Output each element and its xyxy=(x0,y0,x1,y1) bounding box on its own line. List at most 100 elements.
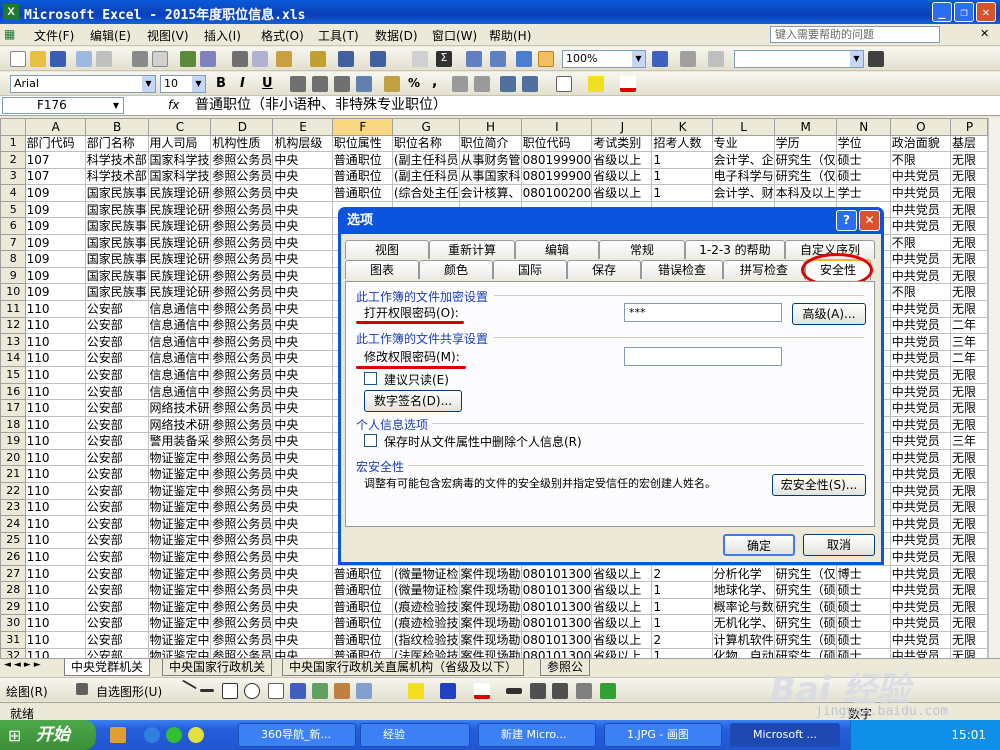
row-header[interactable]: 3 xyxy=(0,167,26,186)
cell[interactable]: 物证鉴定中 xyxy=(147,548,212,566)
cell[interactable]: 110 xyxy=(24,382,86,401)
cell[interactable]: 职位简介 xyxy=(458,134,522,153)
tab-edit[interactable]: 编辑 xyxy=(515,240,599,259)
cell[interactable]: 无限 xyxy=(949,217,988,235)
cell[interactable]: 无限 xyxy=(949,531,988,550)
cell[interactable]: 110 xyxy=(24,548,86,566)
cell[interactable]: 省级以上 xyxy=(591,647,653,658)
cell[interactable]: 公安部 xyxy=(84,382,149,401)
remove-info-checkbox[interactable] xyxy=(364,434,377,447)
cell[interactable]: 公安部 xyxy=(84,482,149,500)
fx-icon[interactable]: fx xyxy=(168,98,179,112)
sheet-nav-arrows-icon[interactable]: ◄◄►► xyxy=(4,660,44,670)
cell[interactable]: 省级以上 xyxy=(591,614,653,632)
cell[interactable]: 无限 xyxy=(949,515,988,533)
help-search-input[interactable]: 键入需要帮助的问题 xyxy=(770,26,940,43)
eraser-icon[interactable] xyxy=(708,51,724,67)
cell[interactable]: 080101300 xyxy=(520,630,593,649)
cell[interactable]: 110 xyxy=(24,581,86,599)
cell[interactable]: 中共党员 xyxy=(889,597,951,616)
cell[interactable]: 107 xyxy=(24,167,86,186)
tab-spelling[interactable]: 拼写检查 xyxy=(723,260,805,279)
cell[interactable]: 中央 xyxy=(272,184,333,202)
cell[interactable]: 职位属性 xyxy=(331,134,393,153)
cell[interactable]: 中央 xyxy=(272,630,333,649)
cell[interactable]: (副主任科员 xyxy=(391,167,460,186)
cell[interactable]: 1 xyxy=(651,151,713,169)
cell[interactable]: 普通职位 xyxy=(331,647,393,658)
cell[interactable]: 公安部 xyxy=(84,531,149,550)
cell[interactable]: 110 xyxy=(24,432,86,450)
cell[interactable]: 中共党员 xyxy=(889,250,951,268)
cell[interactable]: 民族理论研 xyxy=(147,217,212,235)
vertical-scrollbar[interactable] xyxy=(988,118,1000,658)
cell[interactable]: 参照公务员 xyxy=(210,250,274,268)
cell[interactable]: 普通职位 xyxy=(331,167,393,186)
cell[interactable]: 案件现场勘 xyxy=(458,630,522,649)
sort-asc-icon[interactable] xyxy=(466,51,482,67)
row-header[interactable]: 15 xyxy=(0,366,26,384)
cancel-button[interactable]: 取消 xyxy=(803,534,875,556)
cell[interactable]: 参照公务员 xyxy=(210,200,274,219)
menu-view[interactable]: 视图(V) xyxy=(147,27,189,44)
cell[interactable]: 参照公务员 xyxy=(210,300,274,318)
row-header[interactable]: 28 xyxy=(0,581,26,599)
cell[interactable]: 民族理论研 xyxy=(147,250,212,268)
cell[interactable]: 三年 xyxy=(949,432,988,450)
rectangle-icon[interactable] xyxy=(222,683,238,699)
cell[interactable]: 中央 xyxy=(272,465,333,484)
cell[interactable]: 招考人数 xyxy=(651,134,713,153)
cell[interactable]: 民族理论研 xyxy=(147,184,212,202)
cell[interactable]: 109 xyxy=(24,250,86,268)
fill-color-icon[interactable] xyxy=(588,76,604,92)
advanced-button[interactable]: 高级(A)... xyxy=(792,303,866,325)
cell[interactable]: 普通职位 xyxy=(331,564,393,583)
cell[interactable]: 无限 xyxy=(949,482,988,500)
cell[interactable]: 硕士 xyxy=(835,630,891,649)
help-icon[interactable]: ? xyxy=(836,210,857,231)
modify-password-input[interactable] xyxy=(624,347,782,366)
decrease-indent-icon[interactable] xyxy=(500,76,516,92)
readonly-checkbox[interactable] xyxy=(364,372,377,385)
cell[interactable]: 公安部 xyxy=(84,448,149,467)
cell[interactable]: 080199900 xyxy=(520,151,593,169)
autosum-icon[interactable]: Σ xyxy=(436,51,452,67)
cell[interactable]: 案件现场勘 xyxy=(458,581,522,599)
cell[interactable]: 硕士 xyxy=(835,151,891,169)
cell[interactable]: 107 xyxy=(24,151,86,169)
cell[interactable]: 参照公务员 xyxy=(210,548,274,566)
cell[interactable]: 1 xyxy=(651,581,713,599)
menu-tools[interactable]: 工具(T) xyxy=(318,27,359,44)
cell[interactable]: 110 xyxy=(24,349,86,368)
open-password-input[interactable]: *** xyxy=(624,303,782,322)
cell[interactable]: 中央 xyxy=(272,548,333,566)
cell[interactable]: (法医检验技 xyxy=(391,647,460,658)
cell[interactable]: 110 xyxy=(24,415,86,434)
column-header[interactable]: F xyxy=(331,118,393,136)
close-button[interactable]: ✕ xyxy=(976,2,996,22)
cell[interactable]: 110 xyxy=(24,448,86,467)
menu-help[interactable]: 帮助(H) xyxy=(489,27,531,44)
tab-calculation[interactable]: 重新计算 xyxy=(429,240,515,259)
cell[interactable]: 省级以上 xyxy=(591,151,653,169)
cell[interactable]: 国家民族事 xyxy=(84,250,149,268)
cell[interactable]: 普通职位 xyxy=(331,151,393,169)
cell[interactable]: 部门代码 xyxy=(24,134,86,153)
open-icon[interactable] xyxy=(30,51,46,67)
browser-icon[interactable] xyxy=(166,727,182,743)
row-header[interactable]: 5 xyxy=(0,200,26,219)
row-header[interactable]: 26 xyxy=(0,548,26,566)
cell[interactable]: 中央 xyxy=(272,647,333,658)
cell[interactable]: 机构层级 xyxy=(272,134,333,153)
cell[interactable]: 案件现场勘 xyxy=(458,597,522,616)
cell[interactable]: 无限 xyxy=(949,630,988,649)
cell[interactable]: 基层 xyxy=(949,134,988,153)
cell[interactable]: 中共党员 xyxy=(889,482,951,500)
tab-save[interactable]: 保存 xyxy=(567,260,641,279)
cell[interactable]: 参照公务员 xyxy=(210,184,274,202)
cell[interactable]: 公安部 xyxy=(84,399,149,417)
cell[interactable]: 研究生（仅 xyxy=(773,167,837,186)
cell[interactable]: 中央 xyxy=(272,233,333,252)
cell[interactable]: 2 xyxy=(651,630,713,649)
cell[interactable]: 科学技术部 xyxy=(84,151,149,169)
